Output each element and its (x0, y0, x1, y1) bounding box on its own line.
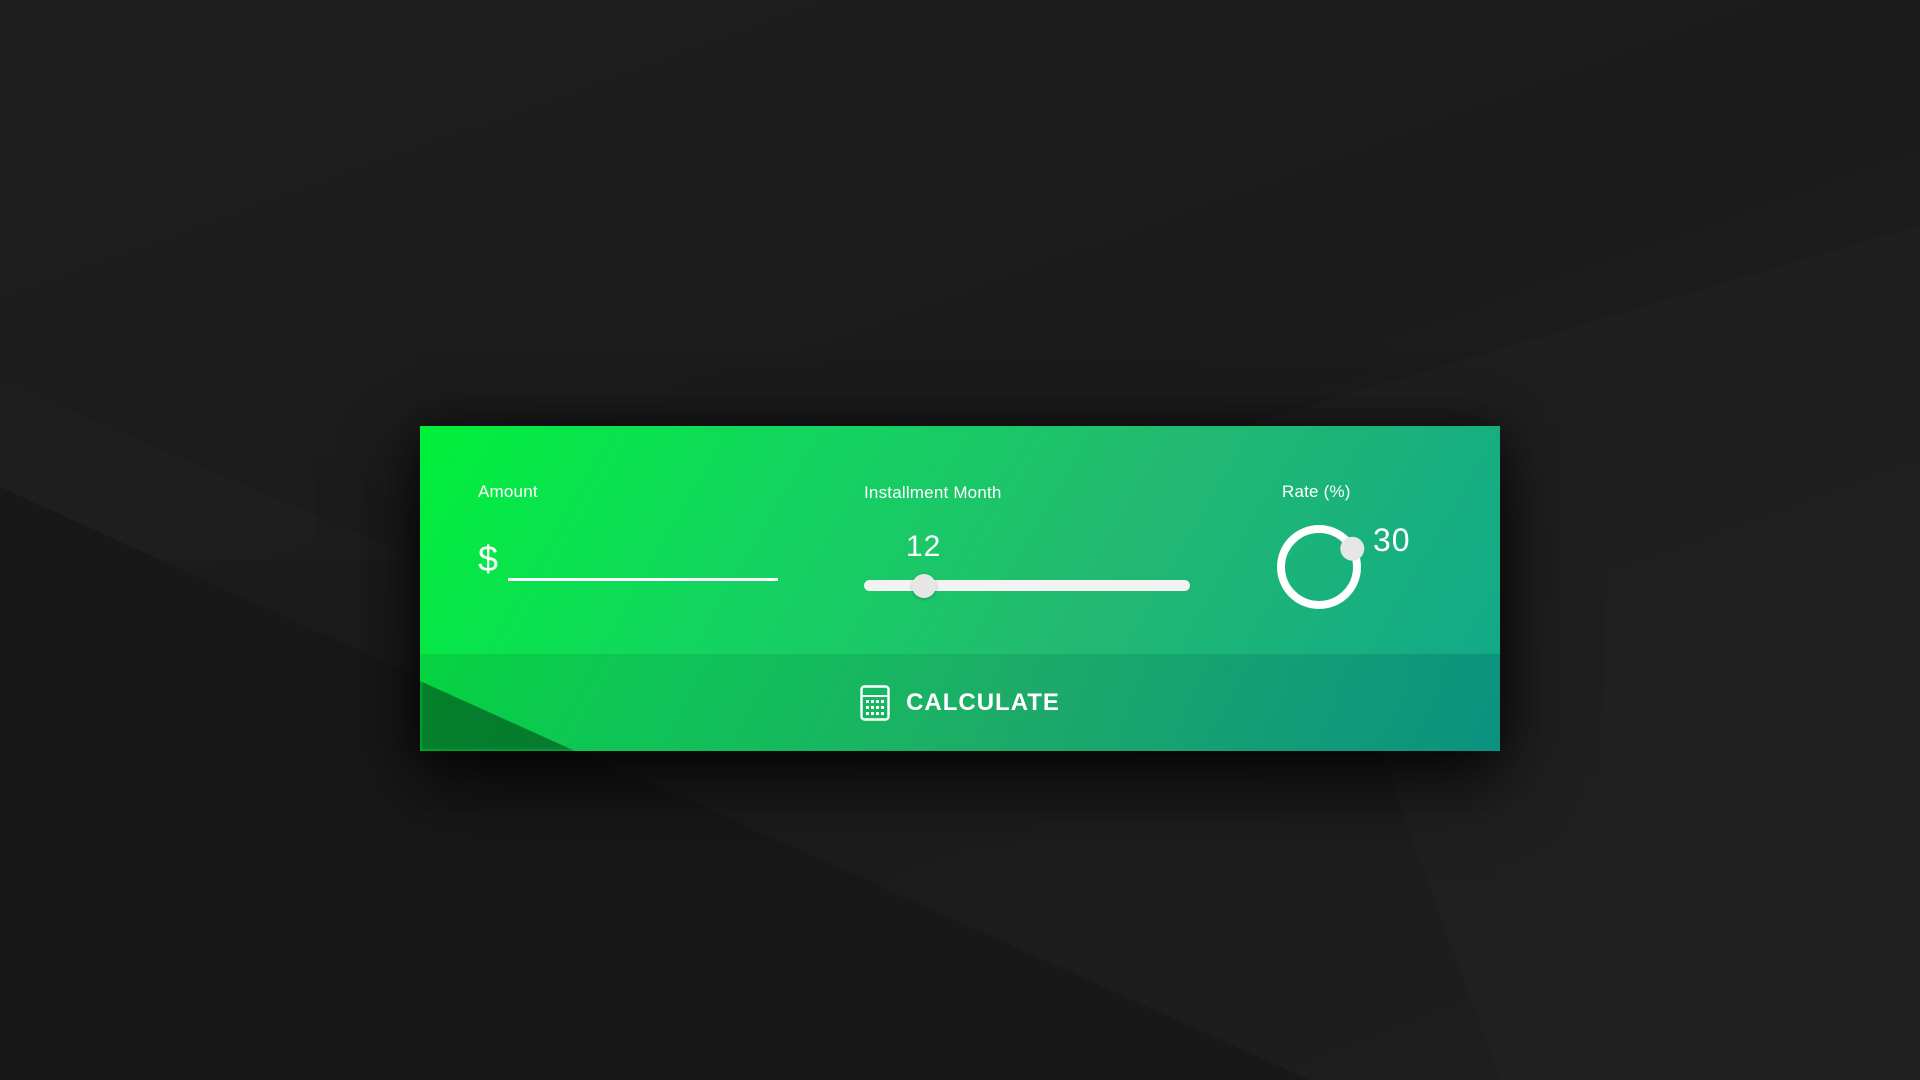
installment-month-label: Installment Month (864, 483, 1002, 502)
loan-calculator-card: Amount $ Installment Month 12 Rate (%) 3… (420, 426, 1500, 751)
rate-dial-knob[interactable] (1340, 536, 1365, 561)
amount-label: Amount (478, 482, 538, 501)
calculate-button-label: CALCULATE (906, 688, 1060, 716)
currency-symbol: $ (478, 538, 499, 579)
installment-month-value: 12 (906, 530, 942, 563)
slider-thumb[interactable] (912, 574, 937, 598)
rate-value: 30 (1373, 522, 1411, 558)
installment-month-slider[interactable] (864, 574, 1190, 598)
calculator-icon (860, 684, 890, 721)
page-background: Amount $ Installment Month 12 Rate (%) 3… (0, 0, 1920, 1080)
calculate-button[interactable]: CALCULATE (420, 654, 1500, 751)
rate-label: Rate (%) (1282, 482, 1351, 501)
inputs-panel: Amount $ Installment Month 12 Rate (%) 3… (420, 426, 1500, 654)
amount-input[interactable] (508, 544, 778, 581)
rate-dial[interactable] (1276, 520, 1366, 610)
